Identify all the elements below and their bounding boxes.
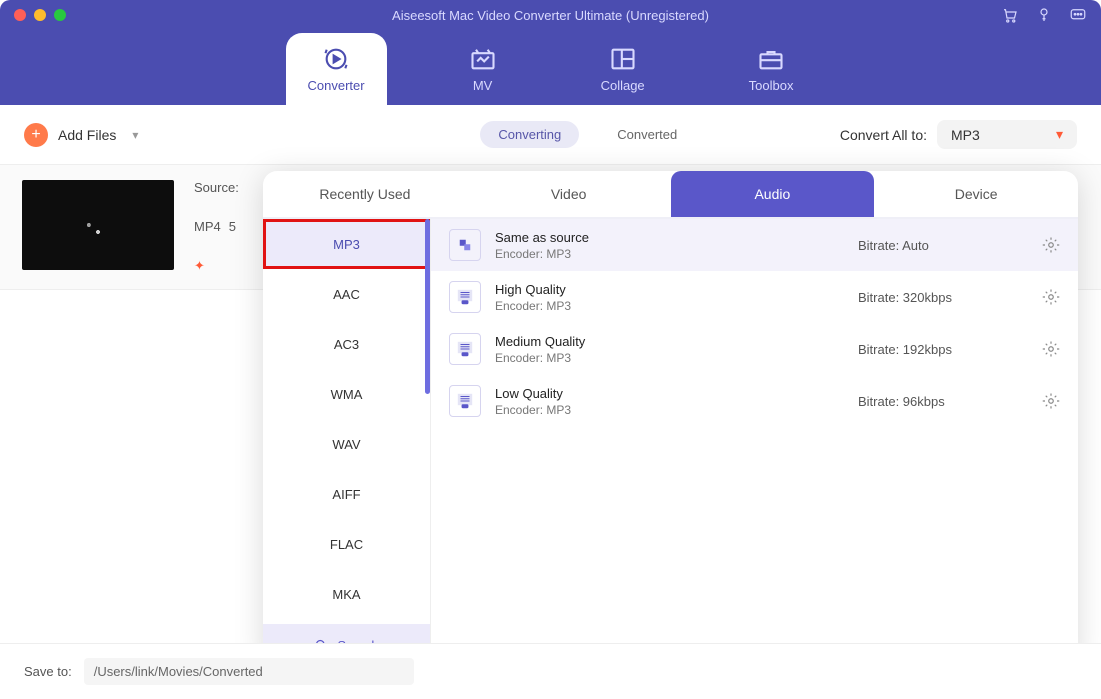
preset-same-as-source[interactable]: Same as source Encoder: MP3 Bitrate: Aut… <box>431 219 1078 271</box>
tab-label: Toolbox <box>749 78 794 93</box>
format-item-ac3[interactable]: AC3 <box>263 319 430 369</box>
preset-encoder: Encoder: MP3 <box>495 247 589 261</box>
gear-icon[interactable] <box>1042 288 1060 306</box>
gear-icon[interactable] <box>1042 392 1060 410</box>
main-tabbar: Converter MV Collage Toolbox <box>0 30 1101 105</box>
sparkle-icon[interactable]: ✦ <box>194 258 205 274</box>
popup-tab-device[interactable]: Device <box>874 171 1078 217</box>
toolbar: + Add Files ▾ Converting Converted Conve… <box>0 105 1101 165</box>
preset-name: Medium Quality <box>495 334 585 349</box>
gear-icon[interactable] <box>1042 236 1060 254</box>
chevron-down-icon[interactable]: ▾ <box>132 128 138 142</box>
content-area: Source: MP4 5 ✦ Recently Used Video Audi… <box>0 165 1101 620</box>
cart-icon[interactable] <box>1001 6 1019 24</box>
preset-low-quality[interactable]: Low Quality Encoder: MP3 Bitrate: 96kbps <box>431 375 1078 427</box>
format-item-wav[interactable]: WAV <box>263 419 430 469</box>
tab-mv[interactable]: MV <box>447 33 519 105</box>
window-title: Aiseesoft Mac Video Converter Ultimate (… <box>392 8 709 23</box>
format-item-mp3[interactable]: MP3 <box>263 219 430 269</box>
preset-icon <box>449 229 481 261</box>
preset-bitrate: Bitrate: Auto <box>858 238 1028 253</box>
preset-name: Low Quality <box>495 386 571 401</box>
status-segment: Converting Converted <box>480 121 695 148</box>
convert-all-label: Convert All to: <box>840 127 927 143</box>
preset-bitrate: Bitrate: 320kbps <box>858 290 1028 305</box>
close-window-button[interactable] <box>14 9 26 21</box>
tab-collage[interactable]: Collage <box>579 33 667 105</box>
caret-down-icon: ▾ <box>1056 126 1063 143</box>
preset-icon <box>449 281 481 313</box>
segment-converting[interactable]: Converting <box>480 121 579 148</box>
minimize-window-button[interactable] <box>34 9 46 21</box>
format-item-flac[interactable]: FLAC <box>263 519 430 569</box>
format-item-aac[interactable]: AAC <box>263 269 430 319</box>
convert-all-to: Convert All to: MP3 ▾ <box>840 120 1077 149</box>
source-label: Source: <box>194 180 239 195</box>
popup-tabs: Recently Used Video Audio Device <box>263 171 1078 219</box>
segment-converted[interactable]: Converted <box>599 121 695 148</box>
maximize-window-button[interactable] <box>54 9 66 21</box>
convert-all-value: MP3 <box>951 127 980 143</box>
mv-icon <box>469 46 497 72</box>
toolbox-icon <box>757 46 785 72</box>
popup-tab-video[interactable]: Video <box>467 171 671 217</box>
format-sidebar: MP3 AAC AC3 WMA WAV AIFF FLAC MKA Search <box>263 219 431 666</box>
file-extra: 5 <box>229 219 236 234</box>
format-item-mka[interactable]: MKA <box>263 569 430 619</box>
save-path-field[interactable]: /Users/link/Movies/Converted <box>84 658 414 685</box>
preset-high-quality[interactable]: High Quality Encoder: MP3 Bitrate: 320kb… <box>431 271 1078 323</box>
plus-icon: + <box>24 123 48 147</box>
preset-encoder: Encoder: MP3 <box>495 351 585 365</box>
collage-icon <box>609 46 637 72</box>
titlebar: Aiseesoft Mac Video Converter Ultimate (… <box>0 0 1101 30</box>
popup-tab-audio[interactable]: Audio <box>671 171 875 217</box>
format-popup: Recently Used Video Audio Device MP3 AAC… <box>263 171 1078 666</box>
format-item-wma[interactable]: WMA <box>263 369 430 419</box>
tab-label: Collage <box>601 78 645 93</box>
video-thumbnail[interactable] <box>22 180 174 270</box>
converter-icon <box>322 46 350 72</box>
sidebar-scrollbar[interactable] <box>425 219 430 394</box>
preset-icon <box>449 385 481 417</box>
preset-medium-quality[interactable]: Medium Quality Encoder: MP3 Bitrate: 192… <box>431 323 1078 375</box>
footer: Save to: /Users/link/Movies/Converted <box>0 643 1101 699</box>
tab-label: MV <box>473 78 493 93</box>
preset-encoder: Encoder: MP3 <box>495 299 571 313</box>
popup-tab-recently-used[interactable]: Recently Used <box>263 171 467 217</box>
preset-encoder: Encoder: MP3 <box>495 403 571 417</box>
preset-name: Same as source <box>495 230 589 245</box>
tab-converter[interactable]: Converter <box>286 33 387 105</box>
preset-name: High Quality <box>495 282 571 297</box>
add-files-button[interactable]: + Add Files ▾ <box>24 123 138 147</box>
convert-all-dropdown[interactable]: MP3 ▾ <box>937 120 1077 149</box>
key-icon[interactable] <box>1035 6 1053 24</box>
tab-toolbox[interactable]: Toolbox <box>727 33 816 105</box>
window-controls <box>14 9 66 21</box>
tab-label: Converter <box>308 78 365 93</box>
save-to-label: Save to: <box>24 664 72 679</box>
preset-bitrate: Bitrate: 192kbps <box>858 342 1028 357</box>
preset-list: Same as source Encoder: MP3 Bitrate: Aut… <box>431 219 1078 666</box>
gear-icon[interactable] <box>1042 340 1060 358</box>
file-format: MP4 <box>194 219 221 234</box>
preset-icon <box>449 333 481 365</box>
format-item-aiff[interactable]: AIFF <box>263 469 430 519</box>
preset-bitrate: Bitrate: 96kbps <box>858 394 1028 409</box>
feedback-icon[interactable] <box>1069 6 1087 24</box>
add-files-label: Add Files <box>58 127 116 143</box>
